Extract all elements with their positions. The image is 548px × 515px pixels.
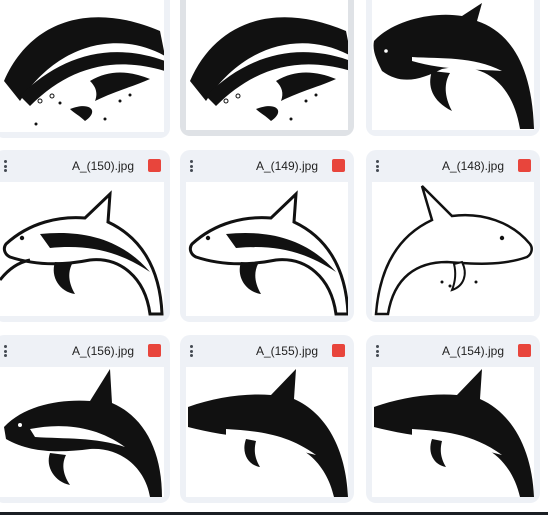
dolphin-image [0,190,164,316]
dolphin-image [4,17,164,126]
file-card[interactable]: A_(155).jpg [180,335,354,503]
card-header: A_(154).jpg [366,335,540,367]
file-thumbnail[interactable] [186,0,348,130]
file-thumbnail[interactable] [372,367,534,497]
file-thumbnail[interactable] [372,0,534,130]
dolphin-image [190,17,348,121]
more-vert-icon[interactable] [186,343,196,359]
dolphin-image [373,3,534,129]
image-file-icon [148,344,161,357]
dolphin-image [4,369,162,497]
card-header: A_(150).jpg [0,150,170,182]
file-card[interactable] [366,0,540,136]
file-name: A_(155).jpg [255,344,318,358]
file-thumbnail[interactable] [186,367,348,497]
dolphin-image [374,369,534,497]
file-thumbnail[interactable] [372,182,534,316]
file-thumbnail[interactable] [0,367,164,497]
file-name: A_(154).jpg [441,344,504,358]
file-card[interactable] [180,0,354,136]
dolphin-image [188,190,348,316]
image-file-icon [332,344,345,357]
file-name: A_(149).jpg [255,159,318,173]
file-name: A_(156).jpg [71,344,134,358]
file-thumbnail[interactable] [0,0,164,132]
image-file-icon [518,344,531,357]
card-header: A_(149).jpg [180,150,354,182]
file-card[interactable]: A_(148).jpg [366,150,540,322]
card-header: A_(155).jpg [180,335,354,367]
file-card[interactable]: A_(150).jpg [0,150,170,322]
file-card[interactable]: A_(149).jpg [180,150,354,322]
dolphin-image [188,369,348,497]
image-file-icon [518,159,531,172]
more-vert-icon[interactable] [372,158,382,174]
file-thumbnail[interactable] [186,182,348,316]
file-card[interactable]: A_(156).jpg [0,335,170,503]
file-thumbnail[interactable] [0,182,164,316]
image-file-icon [332,159,345,172]
card-header: A_(156).jpg [0,335,170,367]
file-card[interactable] [0,0,170,138]
more-vert-icon[interactable] [372,343,382,359]
card-header: A_(148).jpg [366,150,540,182]
file-name: A_(148).jpg [441,159,504,173]
more-vert-icon[interactable] [186,158,196,174]
more-vert-icon[interactable] [0,158,10,174]
dolphin-image [374,185,533,316]
file-name: A_(150).jpg [71,159,134,173]
file-card[interactable]: A_(154).jpg [366,335,540,503]
image-file-icon [148,159,161,172]
more-vert-icon[interactable] [0,343,10,359]
